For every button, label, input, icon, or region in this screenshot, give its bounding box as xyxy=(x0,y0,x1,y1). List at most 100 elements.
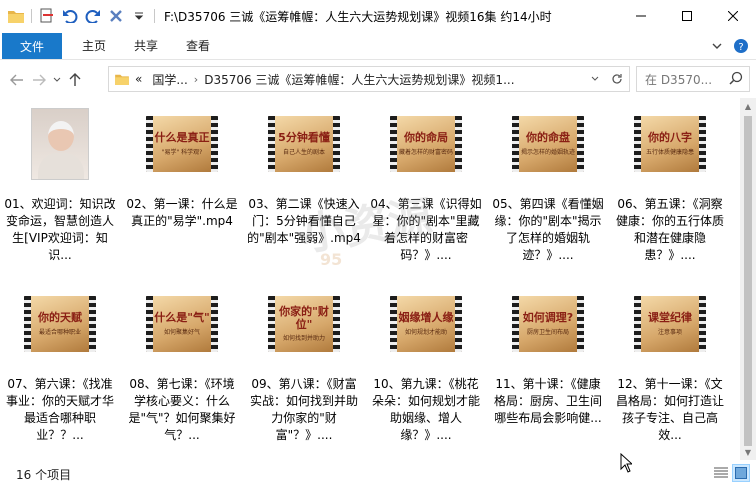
large-icons-view-icon[interactable] xyxy=(732,464,750,482)
expand-ribbon-icon[interactable] xyxy=(708,37,726,55)
thumbnail-frame: 课堂纪律 注意事项 xyxy=(641,296,699,352)
file-item[interactable]: 01、欢迎词：知识改变命运，智慧创造人生[VIP欢迎词：知识... xyxy=(2,98,118,278)
forward-button[interactable] xyxy=(28,67,50,93)
thumbnail-subtitle: 自己人生的剧本 xyxy=(282,148,325,156)
search-icon xyxy=(729,71,743,88)
thumbnail-subtitle: 如何聚集好气 xyxy=(163,328,200,336)
file-list: 01、欢迎词：知识改变命运，智慧创造人生[VIP欢迎词：知识... 什么是真正 "易… xyxy=(0,98,740,458)
undo-icon[interactable] xyxy=(60,6,80,26)
file-item[interactable]: 你家的"财位" 如何找到并助力 09、第八课：《财富实战：如何找到并助力你家的"财富… xyxy=(246,278,362,458)
thumbnail-subtitle: 注意事项 xyxy=(657,328,682,336)
search-input[interactable]: 在 D3570... xyxy=(645,71,712,88)
thumbnail-subtitle: 如何规划才能助 xyxy=(404,328,447,336)
maximize-button[interactable] xyxy=(664,0,710,32)
delete-icon[interactable] xyxy=(106,6,126,26)
file-item[interactable]: 你的天赋 最适合哪种职业 07、第六课：《找准事业：你的天赋才华最适合哪种职业？？.… xyxy=(2,278,118,458)
close-button[interactable] xyxy=(710,0,756,32)
video-thumbnail[interactable]: 什么是"气" 如何聚集好气 xyxy=(146,278,218,370)
file-item[interactable]: 什么是真正 "易学" 科学观? 02、第一课：什么是真正的"易学".mp4 xyxy=(124,98,240,278)
folder-icon xyxy=(6,6,26,26)
file-name[interactable]: 11、第十课：《健康格局：厨房、卫生间哪些布局会影响健... xyxy=(490,376,606,448)
thumbnail-frame: 你的天赋 最适合哪种职业 xyxy=(31,296,89,352)
navigation-bar: « 国学... › D35706 三诚《运筹帷幄：人生六大运势规划课》视频1..… xyxy=(0,62,756,98)
thumbnail-subtitle: 揭示怎样的婚姻轨迹 xyxy=(520,148,575,156)
portrait-image xyxy=(31,108,89,180)
file-name[interactable]: 10、第九课：《桃花朵朵：如何规划才能助姻缘、增人缘？》.... xyxy=(368,376,484,448)
film-strip-icon: 你的命盘 揭示怎样的婚姻轨迹 xyxy=(512,116,584,172)
thumbnail-subtitle: 如何找到并助力 xyxy=(282,334,325,342)
file-name[interactable]: 09、第八课：《财富实战：如何找到并助力你家的"财富"？》.... xyxy=(246,376,362,448)
thumbnail-frame: 什么是真正 "易学" 科学观? xyxy=(153,116,211,172)
tab-file[interactable]: 文件 xyxy=(2,33,62,59)
tab-view[interactable]: 查看 xyxy=(172,33,224,59)
video-thumbnail[interactable]: 你的八字 五行体质健康隐患 xyxy=(634,98,706,190)
file-item[interactable]: 你的八字 五行体质健康隐患 06、第五课：《洞察健康：你的五行体质和潜在健康隐患？》… xyxy=(612,98,728,278)
file-item[interactable]: 你的命局 藏着怎样的财富密码 04、第三课《识得如星：你的"剧本"里藏着怎样的财富密… xyxy=(368,98,484,278)
recent-locations-button[interactable] xyxy=(50,67,64,93)
file-name[interactable]: 04、第三课《识得如星：你的"剧本"里藏着怎样的财富密码？》.... xyxy=(368,196,484,268)
video-thumbnail[interactable]: 5分钟看懂 自己人生的剧本 xyxy=(268,98,340,190)
file-item[interactable]: 你的命盘 揭示怎样的婚姻轨迹 05、第四课《看懂姻缘：你的"剧本"揭示了怎样的婚姻轨… xyxy=(490,98,606,278)
scroll-up-icon[interactable]: ▲ xyxy=(740,98,756,114)
video-thumbnail[interactable]: 姻缘增人缘 如何规划才能助 xyxy=(390,278,462,370)
tab-home[interactable]: 主页 xyxy=(68,33,120,59)
refresh-icon[interactable] xyxy=(607,67,627,91)
breadcrumb-item[interactable]: 国学... xyxy=(152,71,187,88)
customize-toolbar-icon[interactable] xyxy=(129,6,149,26)
tab-share[interactable]: 共享 xyxy=(120,33,172,59)
file-name[interactable]: 05、第四课《看懂姻缘：你的"剧本"揭示了怎样的婚姻轨迹？》.... xyxy=(490,196,606,268)
redo-icon[interactable] xyxy=(83,6,103,26)
back-button[interactable] xyxy=(6,67,28,93)
video-thumbnail[interactable]: 你的天赋 最适合哪种职业 xyxy=(24,278,96,370)
file-name[interactable]: 12、第十一课：《文昌格局：如何打造让孩子专注、自己高效... xyxy=(612,376,728,448)
film-strip-icon: 什么是"气" 如何聚集好气 xyxy=(146,296,218,352)
video-thumbnail[interactable]: 你的命盘 揭示怎样的婚姻轨迹 xyxy=(512,98,584,190)
title-bar: F:\D35706 三诚《运筹帷幄：人生六大运势规划课》视频16集 约14小时 xyxy=(0,0,756,32)
video-thumbnail[interactable]: 如何调理? 厨房卫生间布局 xyxy=(512,278,584,370)
file-item[interactable]: 如何调理? 厨房卫生间布局 11、第十课：《健康格局：厨房、卫生间哪些布局会影响健.… xyxy=(490,278,606,458)
breadcrumb-chevron-icon[interactable]: › xyxy=(194,73,198,86)
file-name[interactable]: 07、第六课：《找准事业：你的天赋才华最适合哪种职业？？... xyxy=(2,376,118,448)
file-name[interactable]: 08、第七课：《环境学核心要义：什么是"气"？如何聚集好气？... xyxy=(124,376,240,448)
minimize-button[interactable] xyxy=(618,0,664,32)
thumbnail-title: 如何调理? xyxy=(522,311,574,325)
video-thumbnail[interactable] xyxy=(24,98,96,190)
thumbnail-subtitle: "易学" 科学观? xyxy=(161,148,203,156)
search-box[interactable]: 在 D3570... xyxy=(636,66,750,92)
details-view-icon[interactable] xyxy=(712,464,730,482)
file-name[interactable]: 01、欢迎词：知识改变命运，智慧创造人生[VIP欢迎词：知识... xyxy=(2,196,118,268)
breadcrumb-item-current[interactable]: D35706 三诚《运筹帷幄：人生六大运势规划课》视频1... xyxy=(204,71,514,88)
file-name[interactable]: 02、第一课：什么是真正的"易学".mp4 xyxy=(124,196,240,268)
address-dropdown-icon[interactable] xyxy=(585,67,605,91)
svg-text:?: ? xyxy=(738,42,743,53)
thumbnail-subtitle: 五行体质健康隐患 xyxy=(645,148,694,156)
status-bar: 16 个项目 xyxy=(0,460,756,488)
properties-icon[interactable] xyxy=(37,6,57,26)
file-name[interactable]: 06、第五课：《洞察健康：你的五行体质和潜在健康隐患？》.... xyxy=(612,196,728,268)
thumbnail-frame: 5分钟看懂 自己人生的剧本 xyxy=(275,116,333,172)
thumbnail-frame: 你家的"财位" 如何找到并助力 xyxy=(275,296,333,352)
file-item[interactable]: 什么是"气" 如何聚集好气 08、第七课：《环境学核心要义：什么是"气"？如何聚集好… xyxy=(124,278,240,458)
thumbnail-frame: 你的八字 五行体质健康隐患 xyxy=(641,116,699,172)
file-item[interactable]: 5分钟看懂 自己人生的剧本 03、第二课《快速入门：5分钟看懂自己的"剧本"强弱》.… xyxy=(246,98,362,278)
scrollbar-thumb[interactable] xyxy=(744,116,752,446)
file-item[interactable]: 课堂纪律注意事项 12、第十一课：《文昌格局：如何打造让孩子专注、自己高效... xyxy=(612,278,728,458)
scroll-down-icon[interactable]: ▼ xyxy=(740,444,756,460)
video-thumbnail[interactable]: 你家的"财位" 如何找到并助力 xyxy=(268,278,340,370)
film-strip-icon: 你的天赋 最适合哪种职业 xyxy=(24,296,96,352)
mouse-cursor-icon xyxy=(620,452,634,476)
video-thumbnail[interactable]: 什么是真正 "易学" 科学观? xyxy=(146,98,218,190)
up-button[interactable] xyxy=(64,67,86,93)
thumbnail-title: 课堂纪律 xyxy=(648,311,692,325)
thumbnail-title: 什么是"气" xyxy=(154,311,210,325)
file-item[interactable]: 姻缘增人缘 如何规划才能助 10、第九课：《桃花朵朵：如何规划才能助姻缘、增人缘？》… xyxy=(368,278,484,458)
file-name[interactable]: 03、第二课《快速入门：5分钟看懂自己的"剧本"强弱》.mp4 xyxy=(246,196,362,268)
breadcrumb-overflow[interactable]: « xyxy=(135,72,142,86)
help-icon[interactable]: ? xyxy=(732,37,750,55)
vertical-scrollbar[interactable]: ▲ ▼ xyxy=(740,98,756,460)
video-thumbnail[interactable]: 你的命局 藏着怎样的财富密码 xyxy=(390,98,462,190)
address-bar[interactable]: « 国学... › D35706 三诚《运筹帷幄：人生六大运势规划课》视频1..… xyxy=(108,66,630,92)
video-thumbnail[interactable]: 课堂纪律 注意事项 xyxy=(634,278,706,370)
thumbnail-subtitle: 厨房卫生间布局 xyxy=(526,328,569,336)
item-count: 16 个项目 xyxy=(16,467,72,482)
